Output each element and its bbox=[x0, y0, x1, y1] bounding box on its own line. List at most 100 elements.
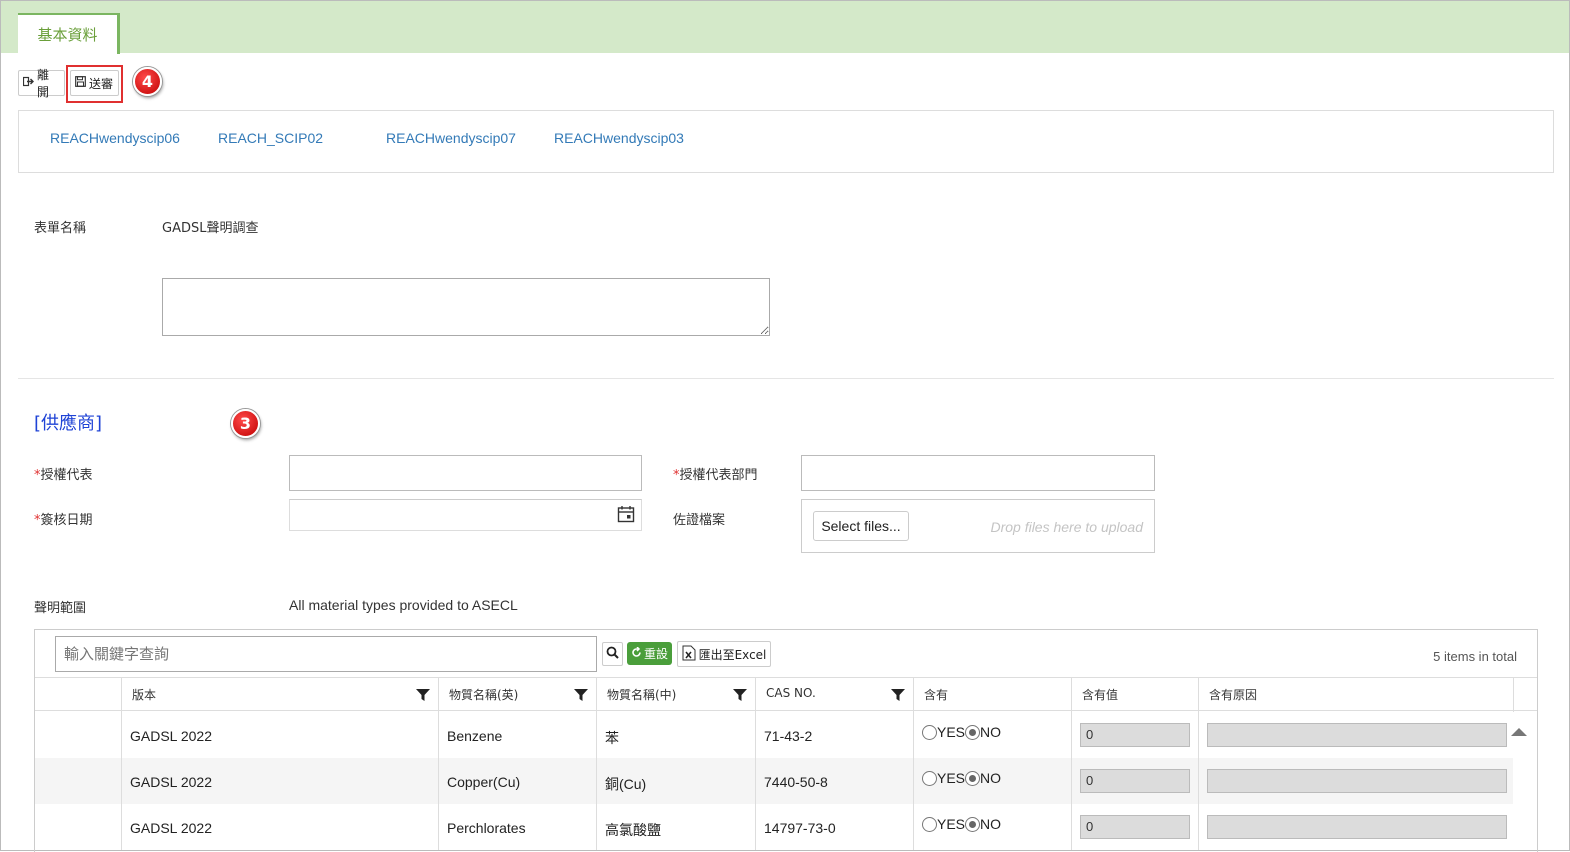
file-upload-zone[interactable]: Select files... Drop files here to uploa… bbox=[801, 499, 1155, 553]
cell-contains-reason bbox=[1198, 804, 1513, 850]
filter-icon[interactable] bbox=[891, 688, 905, 705]
yes-radio[interactable] bbox=[922, 816, 937, 832]
cell-contains-value: 0 bbox=[1071, 804, 1198, 850]
column-header-contains: 含有 bbox=[913, 678, 1071, 712]
top-tab-bar: 基本資料 bbox=[1, 1, 1569, 54]
row-spacer bbox=[35, 804, 121, 850]
row-spacer bbox=[35, 712, 121, 758]
column-header-contains-value: 含有值 bbox=[1071, 678, 1198, 712]
filter-icon[interactable] bbox=[733, 688, 747, 705]
no-label: NO bbox=[980, 724, 1002, 740]
memo-textarea[interactable] bbox=[162, 278, 770, 336]
contains-value-field[interactable]: 0 bbox=[1080, 815, 1190, 839]
no-radio[interactable] bbox=[965, 724, 981, 740]
excel-icon bbox=[682, 645, 696, 664]
cell-version: GADSL 2022 bbox=[121, 804, 438, 850]
scope-label: 聲明範圍 bbox=[34, 601, 87, 616]
grid-header: 版本 物質名稱(英) 物質名稱(中) CAS NO. 含有 含有值 含有原因 bbox=[35, 677, 1537, 712]
evidence-label: 佐證檔案 bbox=[673, 513, 726, 528]
export-excel-button[interactable]: 匯出至Excel bbox=[677, 641, 771, 667]
yes-label: YES bbox=[937, 816, 966, 832]
calendar-icon[interactable] bbox=[617, 505, 635, 527]
exit-icon bbox=[22, 76, 34, 90]
scroll-up-arrow-icon[interactable] bbox=[1511, 728, 1527, 736]
cell-contains-reason bbox=[1198, 758, 1513, 804]
cell-contains: YES NO bbox=[913, 758, 1071, 804]
cell-contains: YES NO bbox=[913, 712, 1071, 758]
table-row: GADSL 2022 Copper(Cu) 銅(Cu) 7440-50-8 YE… bbox=[35, 758, 1513, 804]
form-name-label: 表單名稱 bbox=[34, 221, 87, 236]
highlight-box bbox=[66, 65, 123, 103]
table-row: GADSL 2022 Benzene 苯 71-43-2 YES NO 0 bbox=[35, 712, 1513, 758]
substance-grid: 重設 匯出至Excel 5 items in total 版本 物質名稱(英) … bbox=[34, 629, 1538, 852]
header-scroll-spacer bbox=[1513, 678, 1537, 712]
form-link[interactable]: REACHwendyscip06 bbox=[50, 130, 180, 146]
auth-dept-input[interactable] bbox=[801, 455, 1155, 491]
cell-name-en: Perchlorates bbox=[438, 804, 596, 850]
drop-hint: Drop files here to upload bbox=[990, 519, 1143, 535]
auth-rep-input[interactable] bbox=[289, 455, 642, 491]
refresh-icon bbox=[631, 645, 642, 661]
callout-marker-3: 3 bbox=[231, 409, 260, 438]
contains-reason-field[interactable] bbox=[1207, 815, 1507, 839]
search-button[interactable] bbox=[602, 642, 623, 666]
cell-contains: YES NO bbox=[913, 804, 1071, 850]
sign-date-picker[interactable] bbox=[289, 499, 642, 531]
leave-button[interactable]: 離開 bbox=[18, 68, 65, 99]
cell-contains-value: 0 bbox=[1071, 758, 1198, 804]
yes-radio[interactable] bbox=[922, 724, 937, 740]
row-spacer bbox=[35, 758, 121, 804]
column-header-name-en[interactable]: 物質名稱(英) bbox=[438, 678, 596, 712]
callout-marker-4: 4 bbox=[133, 67, 162, 96]
form-link[interactable]: REACHwendyscip03 bbox=[554, 130, 684, 146]
form-link[interactable]: REACHwendyscip07 bbox=[386, 130, 516, 146]
cell-cas: 14797-73-0 bbox=[755, 804, 913, 850]
yes-label: YES bbox=[937, 724, 966, 740]
reset-label: 重設 bbox=[643, 647, 668, 661]
cell-name-en: Copper(Cu) bbox=[438, 758, 596, 804]
contains-reason-field[interactable] bbox=[1207, 723, 1507, 747]
cell-name-zh: 高氯酸鹽 bbox=[596, 804, 755, 850]
contains-value-field[interactable]: 0 bbox=[1080, 769, 1190, 793]
search-icon bbox=[606, 646, 619, 663]
keyword-search-input[interactable] bbox=[55, 636, 597, 672]
divider bbox=[18, 378, 1554, 379]
select-files-button[interactable]: Select files... bbox=[813, 511, 909, 541]
yes-radio[interactable] bbox=[922, 770, 937, 786]
cell-cas: 71-43-2 bbox=[755, 712, 913, 758]
cell-name-zh: 苯 bbox=[596, 712, 755, 758]
column-header-name-zh[interactable]: 物質名稱(中) bbox=[596, 678, 755, 712]
cell-contains-value: 0 bbox=[1071, 712, 1198, 758]
auth-dept-label: *授權代表部門 bbox=[673, 468, 758, 483]
cell-cas: 7440-50-8 bbox=[755, 758, 913, 804]
form-link[interactable]: REACH_SCIP02 bbox=[218, 130, 323, 146]
filter-icon[interactable] bbox=[416, 688, 430, 705]
cell-name-zh: 銅(Cu) bbox=[596, 758, 755, 804]
header-spacer bbox=[35, 678, 121, 712]
reset-button[interactable]: 重設 bbox=[627, 642, 672, 665]
cell-name-en: Benzene bbox=[438, 712, 596, 758]
auth-rep-label: *授權代表 bbox=[34, 468, 93, 483]
contains-reason-field[interactable] bbox=[1207, 769, 1507, 793]
filter-icon[interactable] bbox=[574, 688, 588, 705]
column-header-cas[interactable]: CAS NO. bbox=[755, 678, 913, 712]
cell-version: GADSL 2022 bbox=[121, 758, 438, 804]
scope-value: All material types provided to ASECL bbox=[289, 597, 518, 613]
export-excel-label: 匯出至Excel bbox=[698, 647, 767, 662]
contains-value-field[interactable]: 0 bbox=[1080, 723, 1190, 747]
tab-basic-info[interactable]: 基本資料 bbox=[18, 13, 120, 54]
no-label: NO bbox=[980, 816, 1002, 832]
no-label: NO bbox=[980, 770, 1002, 786]
table-row: GADSL 2022 Perchlorates 高氯酸鹽 14797-73-0 … bbox=[35, 804, 1513, 850]
column-header-version[interactable]: 版本 bbox=[121, 678, 438, 712]
supplier-section-title: [供應商] bbox=[34, 413, 103, 434]
cell-contains-reason bbox=[1198, 712, 1513, 758]
no-radio[interactable] bbox=[965, 770, 981, 786]
column-header-contains-reason: 含有原因 bbox=[1198, 678, 1513, 712]
total-count: 5 items in total bbox=[1433, 649, 1517, 664]
sign-date-label: *簽核日期 bbox=[34, 513, 93, 528]
form-name-value: GADSL聲明調查 bbox=[162, 221, 259, 236]
form-list: REACHwendyscip06 REACH_SCIP02 REACHwendy… bbox=[18, 110, 1554, 173]
yes-label: YES bbox=[937, 770, 966, 786]
no-radio[interactable] bbox=[965, 816, 981, 832]
